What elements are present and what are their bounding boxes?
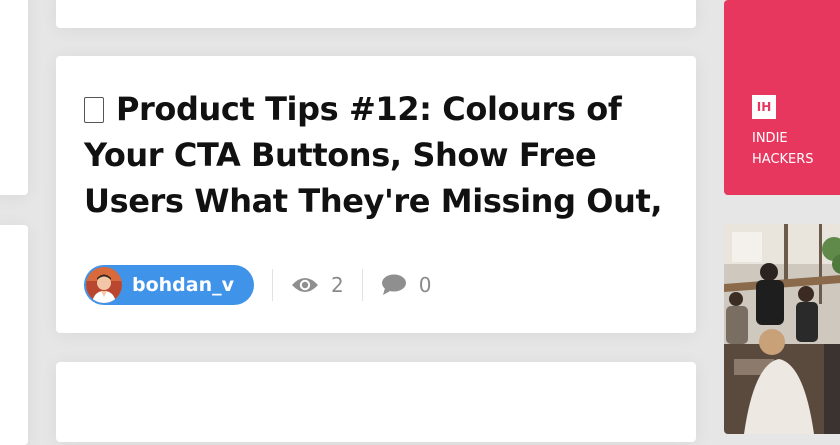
- brand-line: HACKERS: [752, 152, 814, 167]
- comments-count: 0: [418, 273, 432, 297]
- post-card[interactable]: Product Tips #12: Colours of Your CTA Bu…: [56, 56, 696, 333]
- comment-bubble-icon: [381, 274, 406, 295]
- comments-stat[interactable]: 0: [381, 273, 432, 297]
- feed-card-above: [56, 0, 696, 28]
- avatar[interactable]: [86, 267, 122, 303]
- cafe-photo-card[interactable]: [724, 224, 840, 434]
- eye-icon: [292, 278, 319, 292]
- box-icon: [84, 97, 104, 123]
- feed-card-left-partial: [0, 225, 28, 445]
- views-stat: 2: [291, 273, 344, 297]
- post-title-text[interactable]: Product Tips #12: Colours of Your CTA Bu…: [84, 90, 663, 220]
- post-title-link[interactable]: Product Tips #12: Colours of Your CTA Bu…: [84, 86, 664, 224]
- views-count: 2: [331, 273, 344, 297]
- author-username[interactable]: bohdan_v: [132, 274, 234, 296]
- avatar-image: [86, 267, 122, 303]
- indie-hackers-promo-card[interactable]: IH INDIE HACKERS: [724, 0, 840, 195]
- brand-line: INDIE: [752, 131, 788, 146]
- feed-card-left-partial: [0, 0, 28, 195]
- author-chip[interactable]: bohdan_v: [84, 265, 255, 305]
- post-meta: bohdan_v 2 0: [84, 264, 431, 306]
- indie-hackers-wordmark: INDIE HACKERS: [752, 128, 840, 170]
- feed-card-below: [56, 362, 696, 442]
- indie-hackers-logo: IH: [752, 95, 776, 119]
- divider: [272, 269, 274, 301]
- divider: [361, 269, 363, 301]
- cafe-photo: [724, 224, 840, 434]
